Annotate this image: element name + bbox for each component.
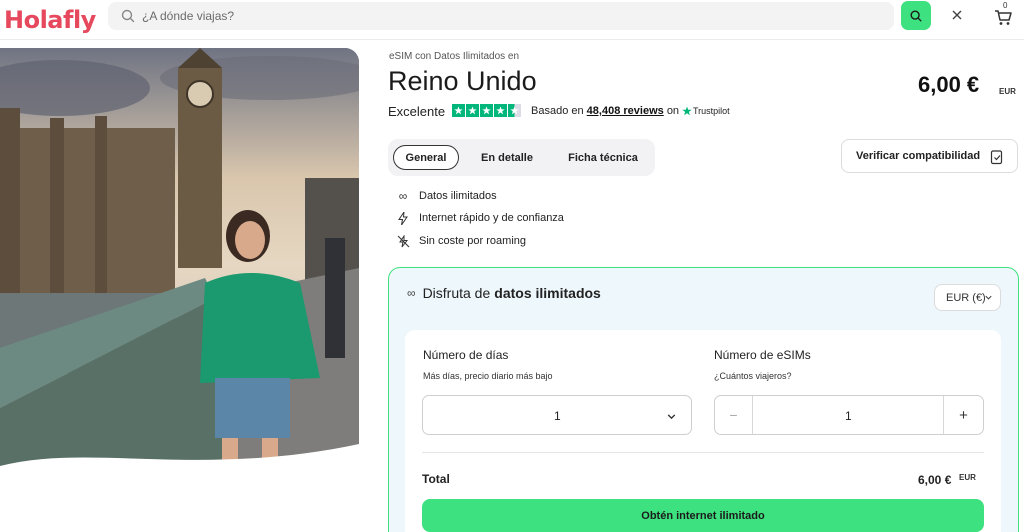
close-icon[interactable] xyxy=(948,6,966,24)
reviews-link[interactable]: 48,408 reviews xyxy=(587,105,664,117)
product-price: 6,00 € xyxy=(918,72,980,97)
cart-count-badge: 0 xyxy=(1003,1,1008,10)
trustpilot-star-icon xyxy=(682,106,692,116)
half-star-icon xyxy=(508,104,521,117)
currency-select[interactable]: EUR (€) xyxy=(934,284,1001,311)
chevron-down-icon xyxy=(985,295,992,300)
product-tabs: General En detalle Ficha técnica xyxy=(388,139,655,176)
search-bar[interactable] xyxy=(108,2,894,30)
clipboard-check-icon xyxy=(990,150,1003,165)
tab-ficha-tecnica[interactable]: Ficha técnica xyxy=(558,145,648,170)
plan-heading: ∞ Disfruta de datos ilimitados xyxy=(407,285,601,301)
total-value: 6,00 € xyxy=(918,473,952,487)
verify-label: Verificar compatibilidad xyxy=(856,150,981,162)
tab-general[interactable]: General xyxy=(393,145,459,170)
feature-text: Datos ilimitados xyxy=(419,190,497,202)
product-subtitle: eSIM con Datos Ilimitados en xyxy=(389,51,520,62)
on-text: on xyxy=(666,105,680,117)
plan-heading-bold: datos ilimitados xyxy=(494,285,601,301)
days-value: 1 xyxy=(554,409,561,423)
feature-text: Internet rápido y de confianza xyxy=(419,212,564,224)
search-icon xyxy=(910,9,922,22)
total-currency: EUR xyxy=(959,473,976,482)
plan-heading-prefix: Disfruta de xyxy=(422,285,491,301)
infinity-icon: ∞ xyxy=(398,189,408,203)
top-header: Holafly 0 xyxy=(0,0,1024,40)
days-hint: Más días, precio diario más bajo xyxy=(423,371,553,381)
star-icon xyxy=(480,104,493,117)
esims-stepper[interactable]: − 1 + xyxy=(714,395,984,435)
price-currency: EUR xyxy=(999,87,1016,96)
verify-compatibility-button[interactable]: Verificar compatibilidad xyxy=(841,139,1018,173)
based-prefix: Basado en xyxy=(531,105,584,117)
esims-value: 1 xyxy=(845,409,852,423)
trustpilot-brand: Trustpilot xyxy=(682,106,730,116)
no-roaming-icon xyxy=(396,234,410,248)
infinity-icon: ∞ xyxy=(407,286,416,300)
feature-item: Sin coste por roaming xyxy=(396,234,526,248)
trustpilot-label: Trustpilot xyxy=(693,106,730,116)
total-label: Total xyxy=(422,472,450,486)
esims-label: Número de eSIMs xyxy=(714,348,811,362)
trustpilot-stars xyxy=(452,104,521,117)
feature-item: Internet rápido y de confianza xyxy=(396,211,564,225)
star-icon xyxy=(466,104,479,117)
hero-image xyxy=(0,48,359,480)
days-label: Número de días xyxy=(423,348,509,362)
increment-button[interactable]: + xyxy=(943,396,983,434)
chevron-down-icon xyxy=(667,414,676,420)
star-icon xyxy=(494,104,507,117)
days-select[interactable]: 1 xyxy=(422,395,692,435)
product-title: Reino Unido xyxy=(388,66,537,96)
currency-value: EUR (€) xyxy=(946,291,986,304)
search-input[interactable] xyxy=(142,2,882,30)
search-button[interactable] xyxy=(901,1,931,30)
rating-label: Excelente xyxy=(388,104,446,119)
get-unlimited-internet-button[interactable]: Obtén internet ilimitado xyxy=(422,499,984,532)
esims-hint: ¿Cuántos viajeros? xyxy=(714,371,792,381)
feature-item: ∞ Datos ilimitados xyxy=(396,189,497,203)
search-icon xyxy=(121,9,135,23)
star-icon xyxy=(452,104,465,117)
tab-en-detalle[interactable]: En detalle xyxy=(472,145,542,170)
feature-text: Sin coste por roaming xyxy=(419,235,526,247)
decrement-button[interactable]: − xyxy=(715,396,753,434)
london-scene-image xyxy=(0,48,359,480)
holafly-logo[interactable]: Holafly xyxy=(4,6,96,34)
lightning-icon xyxy=(396,211,410,225)
reviews-summary: Basado en 48,408 reviews on xyxy=(531,105,679,117)
divider xyxy=(422,452,984,453)
